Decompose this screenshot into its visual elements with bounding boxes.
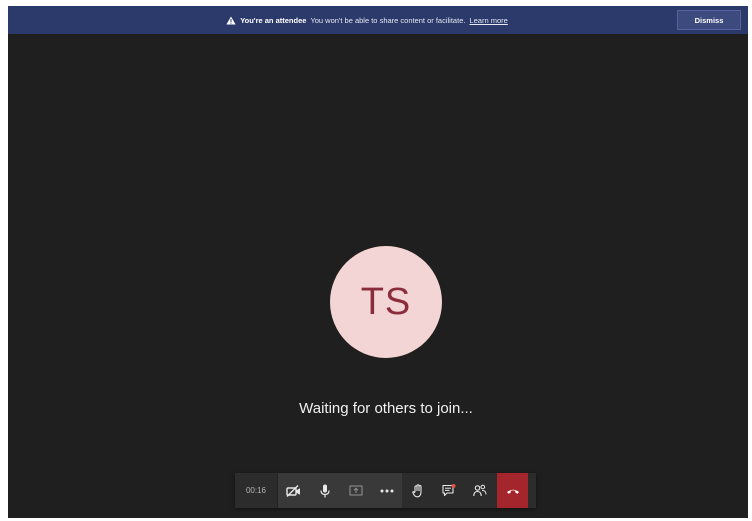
warning-triangle-icon (226, 16, 236, 25)
media-controls (278, 473, 402, 508)
learn-more-link[interactable]: Learn more (469, 16, 507, 25)
share-screen-button[interactable] (340, 473, 371, 508)
participants-icon (472, 484, 487, 497)
meeting-window: You're an attendee You won't be able to … (8, 6, 748, 518)
banner-text: You won't be able to share content or fa… (310, 15, 466, 25)
waiting-status-text: Waiting for others to join... (299, 400, 473, 417)
banner-message: You're an attendee You won't be able to … (226, 16, 508, 25)
microphone-toggle-button[interactable] (309, 473, 340, 508)
avatar-initials: TS (360, 280, 412, 323)
attendee-banner: You're an attendee You won't be able to … (8, 6, 748, 34)
raise-hand-button[interactable] (402, 473, 433, 508)
call-timer: 00:16 (235, 473, 278, 508)
share-screen-icon (348, 484, 363, 497)
call-toolbar: 00:16 (235, 473, 536, 508)
more-options-button[interactable] (371, 473, 402, 508)
chat-button[interactable] (433, 473, 464, 508)
avatar: TS (330, 246, 442, 358)
dismiss-button[interactable]: Dismiss (677, 10, 741, 30)
hang-up-button[interactable] (497, 473, 528, 508)
camera-off-icon (285, 484, 302, 497)
participants-button[interactable] (464, 473, 495, 508)
hang-up-icon (506, 482, 520, 500)
more-options-icon (380, 489, 394, 493)
meeting-controls (402, 473, 528, 508)
camera-toggle-button[interactable] (278, 473, 309, 508)
chat-icon (441, 484, 456, 497)
banner-bold-text: You're an attendee (240, 15, 307, 25)
raise-hand-icon (411, 483, 424, 498)
microphone-icon (319, 484, 330, 498)
